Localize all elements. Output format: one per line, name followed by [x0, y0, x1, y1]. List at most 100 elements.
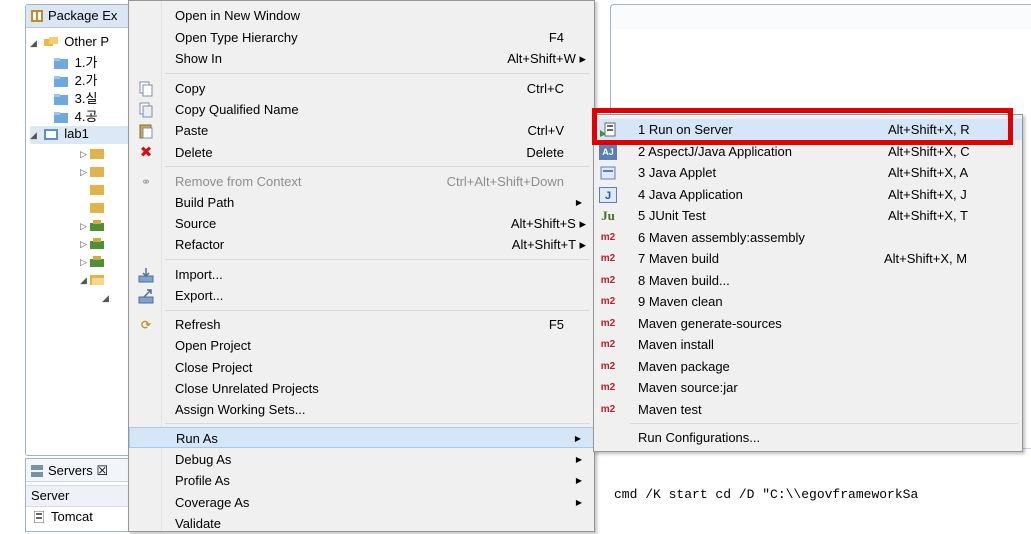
menu-item-close-unrelated-projects[interactable]: Close Unrelated Projects: [129, 378, 594, 399]
menu-item-source[interactable]: Source Alt+Shift+S ▸: [129, 213, 594, 234]
tree-item-label: 2.가: [74, 73, 98, 88]
expand-triangle-icon[interactable]: ▷: [80, 257, 90, 268]
menu-item-open-project[interactable]: Open Project: [129, 335, 594, 356]
tree-item-child[interactable]: ▷: [80, 217, 107, 235]
maven-icon: m2: [600, 339, 616, 350]
submenu-item-maven-source-jar[interactable]: m2 Maven source:jar: [594, 377, 1022, 398]
menu-item-debug-as[interactable]: Debug As ▶: [129, 449, 594, 470]
expand-triangle-icon[interactable]: ▷: [80, 239, 90, 250]
submenu-item-maven-package[interactable]: m2 Maven package: [594, 356, 1022, 377]
tree-item-child[interactable]: ▷: [80, 163, 107, 181]
submenu-item-junit-test[interactable]: Ju 5 JUnit Test Alt+Shift+X, T: [594, 205, 1022, 226]
tree-item-child[interactable]: [90, 181, 107, 199]
tree-item-child[interactable]: ▷: [80, 145, 107, 163]
menu-item-remove-from-context: ⚭ Remove from Context Ctrl+Alt+Shift+Down: [129, 171, 594, 192]
tree-item-child[interactable]: ▷: [80, 253, 107, 271]
menu-item-coverage-as[interactable]: Coverage As ▶: [129, 492, 594, 513]
menu-separator: [630, 423, 1018, 424]
submenu-item-maven-clean[interactable]: m2 9 Maven clean: [594, 291, 1022, 312]
tree-item-child[interactable]: ◢: [80, 271, 107, 289]
package-explorer-tab[interactable]: Package Ex: [26, 5, 144, 28]
menu-item-label: Profile As: [175, 473, 230, 488]
menu-item-copy-qualified-name[interactable]: Copy Qualified Name: [129, 99, 594, 120]
source-folder-icon: [90, 185, 104, 196]
submenu-item-maven-install[interactable]: m2 Maven install: [594, 334, 1022, 355]
submenu-item-shortcut: Alt+Shift+X, T: [888, 208, 968, 223]
menu-item-export[interactable]: Export...: [129, 285, 594, 306]
menu-item-import[interactable]: Import...: [129, 264, 594, 285]
menu-item-refresh[interactable]: ⟳ Refresh F5: [129, 314, 594, 335]
menu-item-delete[interactable]: ✖ Delete Delete: [129, 142, 594, 163]
submenu-item-run-configurations[interactable]: Run Configurations...: [594, 427, 1022, 448]
menu-item-label: Refactor: [175, 237, 225, 252]
menu-item-label: Open in New Window: [175, 8, 300, 23]
servers-column-header[interactable]: Server: [26, 485, 144, 507]
menu-item-copy[interactable]: Copy Ctrl+C: [129, 78, 594, 99]
submenu-item-maven-assembly[interactable]: m2 6 Maven assembly:assembly: [594, 227, 1022, 248]
tree-item-folder-2[interactable]: 2.가: [54, 70, 97, 88]
folder-icon: [54, 58, 68, 70]
menu-item-label: Export...: [175, 288, 224, 303]
menu-separator: [165, 166, 590, 167]
menu-item-shortcut: Alt+Shift+T ▸: [511, 237, 586, 252]
menu-item-label: Close Unrelated Projects: [175, 381, 319, 396]
menu-item-close-project[interactable]: Close Project: [129, 357, 594, 378]
submenu-item-java-application[interactable]: J 4 Java Application Alt+Shift+X, J: [594, 184, 1022, 205]
folder-icon: [54, 76, 68, 88]
tree-item-folder-4[interactable]: 4.공: [54, 106, 97, 124]
menu-item-label: Open Project: [175, 338, 251, 353]
collapse-triangle-icon[interactable]: ◢: [30, 130, 40, 141]
expand-triangle-icon[interactable]: ▷: [80, 167, 90, 178]
menu-separator: [165, 73, 590, 74]
menu-item-validate[interactable]: Validate: [129, 513, 594, 534]
submenu-item-label: 3 Java Applet: [638, 165, 717, 180]
menu-item-refactor[interactable]: Refactor Alt+Shift+T ▸: [129, 234, 594, 255]
menu-item-label: Refresh: [175, 317, 221, 332]
package-explorer-title: Package Ex: [48, 8, 118, 23]
server-row[interactable]: Tomcat: [26, 507, 144, 527]
servers-tab[interactable]: Servers ☒: [26, 459, 144, 482]
submenu-item-maven-build-dialog[interactable]: m2 8 Maven build...: [594, 270, 1022, 291]
folder-icon: [54, 94, 68, 106]
servers-icon: [31, 465, 43, 477]
collapse-triangle-icon[interactable]: ◢: [102, 293, 112, 304]
submenu-item-maven-build[interactable]: m2 7 Maven build Alt+Shift+X, M: [594, 248, 1022, 269]
tree-item-label: lab1: [64, 126, 89, 141]
menu-item-label: Source: [175, 216, 217, 231]
menu-item-run-as[interactable]: Run As ▶: [129, 427, 594, 448]
collapse-triangle-icon[interactable]: ◢: [80, 275, 90, 286]
maven-icon: m2: [600, 404, 616, 415]
maven-icon: m2: [600, 318, 616, 329]
menu-item-assign-working-sets[interactable]: Assign Working Sets...: [129, 399, 594, 420]
menu-item-profile-as[interactable]: Profile As ▶: [129, 470, 594, 491]
expand-triangle-icon[interactable]: ▷: [80, 221, 90, 232]
submenu-item-maven-test[interactable]: m2 Maven test: [594, 399, 1022, 420]
menu-item-paste[interactable]: Paste Ctrl+V: [129, 120, 594, 141]
menu-item-label: Copy Qualified Name: [175, 102, 299, 117]
tree-item-label: 3.실: [74, 91, 98, 106]
tree-item-folder-3[interactable]: 3.실: [54, 88, 97, 106]
expand-triangle-icon[interactable]: ▷: [80, 149, 90, 160]
menu-item-label: Debug As: [175, 452, 232, 467]
tree-item-other-projects[interactable]: ◢ Other P: [30, 34, 109, 52]
close-view-icon[interactable]: ☒: [96, 463, 108, 478]
submenu-item-maven-generate-sources[interactable]: m2 Maven generate-sources: [594, 313, 1022, 334]
tree-item-folder-1[interactable]: 1.가: [54, 52, 97, 70]
menu-item-build-path[interactable]: Build Path ▶: [129, 192, 594, 213]
servers-panel: Servers ☒ Server Tomcat: [25, 458, 145, 532]
editor-tab-strip[interactable]: [610, 4, 1031, 29]
submenu-item-label: Maven install: [638, 337, 714, 352]
tree-item-lab1-project[interactable]: ◢ lab1: [30, 126, 144, 144]
menu-separator: [165, 310, 590, 311]
tree-item-child[interactable]: ▷: [80, 235, 107, 253]
menu-item-label: Run As: [176, 431, 218, 446]
menu-item-open-in-new-window[interactable]: Open in New Window: [129, 5, 594, 26]
tree-item-child[interactable]: [90, 199, 107, 217]
submenu-item-java-applet[interactable]: 3 Java Applet Alt+Shift+X, A: [594, 162, 1022, 183]
tree-item-child[interactable]: ◢: [102, 289, 112, 307]
menu-item-open-type-hierarchy[interactable]: Open Type Hierarchy F4: [129, 27, 594, 48]
collapse-triangle-icon[interactable]: ◢: [30, 38, 40, 49]
menu-item-show-in[interactable]: Show In Alt+Shift+W ▸: [129, 48, 594, 69]
menu-item-label: Delete: [175, 145, 213, 160]
console-text: cmd /K start cd /D "C:\\egovframeworkSa: [614, 487, 919, 502]
